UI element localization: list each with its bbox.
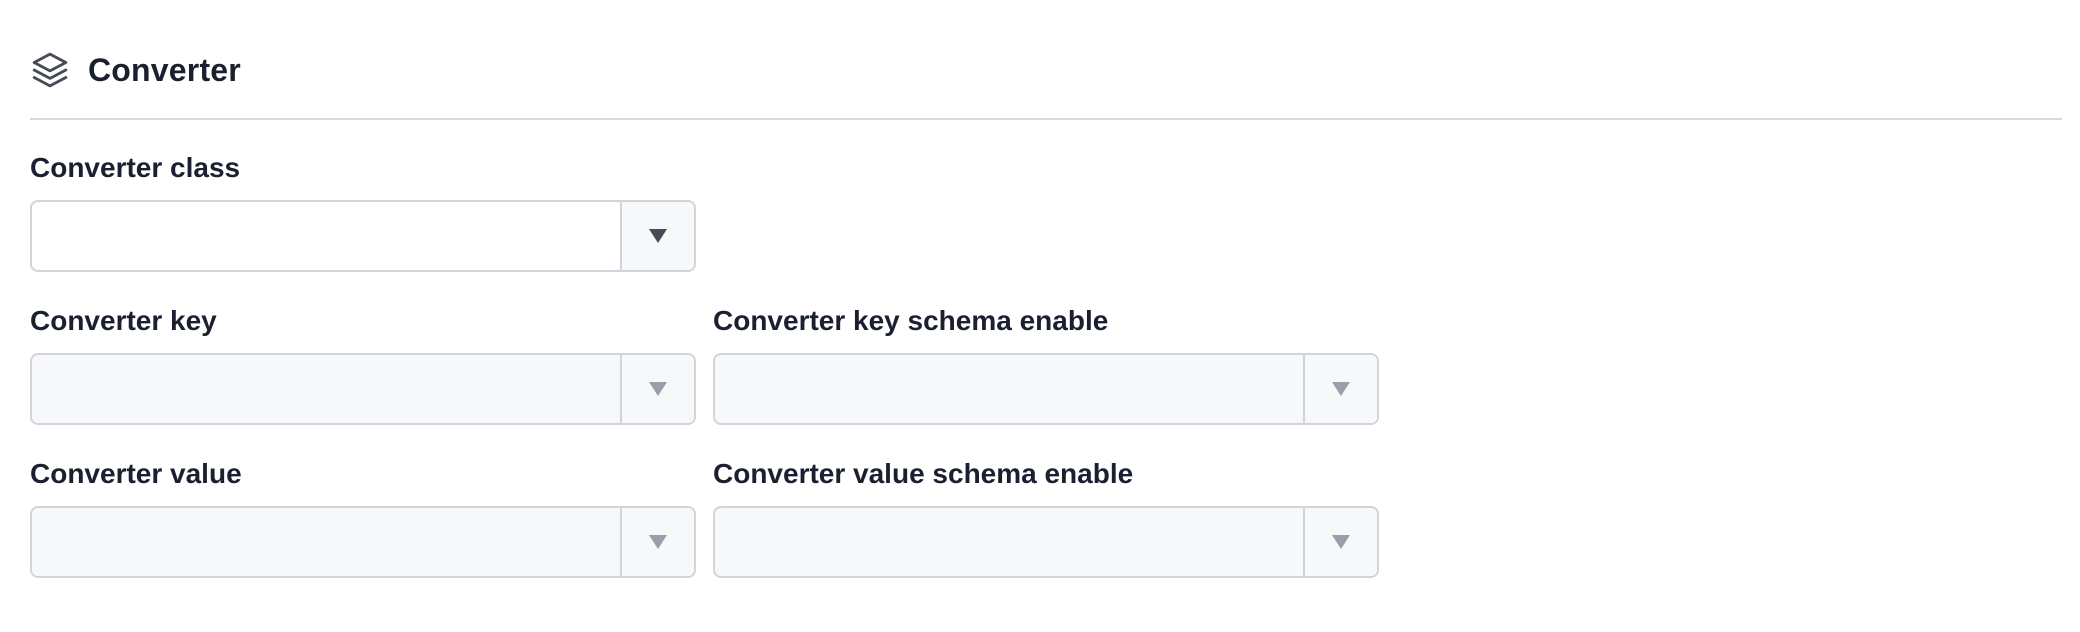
converter-key-field: Converter key [30,303,696,425]
converter-key-value[interactable] [32,355,620,423]
converter-key-schema-enable-select[interactable] [713,353,1379,425]
converter-key-label: Converter key [30,305,217,336]
converter-class-value[interactable] [32,202,620,270]
converter-class-field: Converter class [30,150,696,272]
layers-icon [30,50,70,90]
converter-value-field: Converter value [30,456,696,578]
converter-key-dropdown-button[interactable] [620,355,694,423]
caret-down-icon [1332,535,1350,549]
converter-value-label: Converter value [30,458,242,489]
converter-value-schema-enable-field: Converter value schema enable [713,456,1379,578]
caret-down-icon [649,535,667,549]
converter-value-schema-enable-label: Converter value schema enable [713,458,1134,489]
converter-value-schema-enable-value[interactable] [715,508,1303,576]
converter-key-select[interactable] [30,353,696,425]
converter-key-schema-enable-value[interactable] [715,355,1303,423]
converter-panel: Converter Converter class Converter key … [0,0,2080,632]
section-header: Converter [30,46,241,94]
converter-key-schema-enable-label: Converter key schema enable [713,305,1109,336]
converter-value-schema-enable-dropdown-button[interactable] [1303,508,1377,576]
section-title: Converter [88,51,241,88]
converter-class-select[interactable] [30,200,696,272]
converter-value-schema-enable-select[interactable] [713,506,1379,578]
caret-down-icon [1332,382,1350,396]
converter-class-label: Converter class [30,152,241,183]
converter-class-dropdown-button[interactable] [620,202,694,270]
converter-value-dropdown-button[interactable] [620,508,694,576]
caret-down-icon [649,229,667,243]
converter-value-select[interactable] [30,506,696,578]
converter-value-value[interactable] [32,508,620,576]
converter-key-schema-enable-dropdown-button[interactable] [1303,355,1377,423]
section-divider [30,118,2062,120]
caret-down-icon [649,382,667,396]
converter-key-schema-enable-field: Converter key schema enable [713,303,1379,425]
